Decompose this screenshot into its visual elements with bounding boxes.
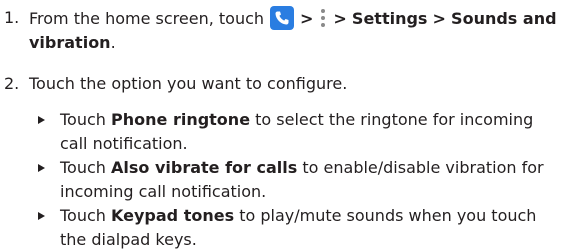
separator: > [333,9,347,28]
bullet-text: Touch Keypad tones to play/mute sounds w… [60,204,560,252]
bullet-text: Touch Phone ringtone to select the ringt… [60,108,560,156]
phone-app-icon [270,6,295,30]
step-number: 2. [4,74,20,93]
period: . [110,33,116,52]
instructions-document: 1. From the home screen, touch > > Setting… [0,0,565,252]
more-options-icon [318,8,328,28]
settings-label: Settings [351,9,428,28]
bullet-verb: Touch [60,110,106,129]
bullet-verb: Touch [60,158,106,177]
bullet-arrow-icon [38,212,45,220]
bullet-arrow-icon [38,164,45,172]
option-name: Phone ringtone [111,110,251,129]
separator: > [432,9,446,28]
option-name: Also vibrate for calls [111,158,298,177]
option-name: Keypad tones [111,206,235,225]
separator: > [300,9,314,28]
step-prefix: From the home screen, touch [29,9,265,28]
step-text: From the home screen, touch > > Settings >… [29,6,559,55]
bullet-verb: Touch [60,206,106,225]
step-text: Touch the option you want to configure. [29,74,348,93]
step-number: 1. [4,8,20,27]
bullet-arrow-icon [38,116,45,124]
bullet-text: Touch Also vibrate for calls to enable/d… [60,156,560,204]
